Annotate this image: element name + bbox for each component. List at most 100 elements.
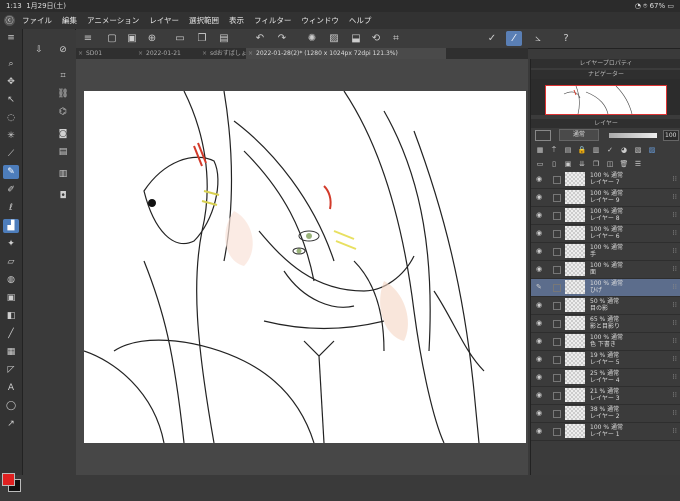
layer-row[interactable]: ◉ 100 % 通常面 ⁞⁞ [531,261,680,279]
balloon-icon[interactable]: ◯ [3,399,19,413]
layer-checkbox[interactable] [553,374,561,382]
layer-checkbox[interactable] [553,248,561,256]
layer-checkbox[interactable] [553,338,561,346]
new-raster-layer-icon[interactable]: ▭ [533,158,547,170]
layer-row[interactable]: ◉ 38 % 通常 レイヤー 2 ⁞⁞ [531,405,680,423]
layer-color-icon[interactable] [535,129,551,141]
camera-icon[interactable]: ◘ [55,189,71,203]
layer-checkbox[interactable] [553,428,561,436]
menu-item[interactable]: ウィンドウ [301,16,339,25]
new-folder-icon[interactable]: ▣ [561,158,575,170]
close-icon[interactable]: × [138,48,143,59]
drag-handle-icon[interactable]: ⁞⁞ [673,265,677,273]
undo-icon[interactable]: ↶ [252,31,268,46]
layer-checkbox[interactable] [553,230,561,238]
loading-icon[interactable]: ✺ [304,31,320,46]
crop-icon[interactable]: ⌗ [388,31,404,46]
fill-selection-icon[interactable]: ⬓ [348,31,364,46]
menu-item[interactable]: フィルター [254,16,291,25]
app-logo-icon[interactable]: ⓒ [4,15,15,26]
eye-icon[interactable]: ◉ [536,229,544,237]
layer-row[interactable]: ◉ 19 % 通常 レイヤー 5 ⁞⁞ [531,351,680,369]
layer-row[interactable]: ◉ 100 % 通常手 ⁞⁞ [531,243,680,261]
lasso-icon[interactable]: ◌ [3,111,19,125]
ruler-layer-icon[interactable]: ▧ [631,144,645,156]
layer-row[interactable]: ◉ 100 % 通常色 下書き ⁞⁞ [531,333,680,351]
sound-icon[interactable]: ◙ [55,127,71,141]
menu-item[interactable]: 編集 [62,16,77,25]
drag-handle-icon[interactable]: ⁞⁞ [673,355,677,363]
layer-checkbox[interactable] [553,266,561,274]
save-icon[interactable]: ▭ [172,31,188,46]
merge-down-icon[interactable]: ⇊ [575,158,589,170]
layer-row[interactable]: ◉ 100 % 通常 レイヤー 9 ⁞⁞ [531,189,680,207]
hamburger-menu-icon[interactable]: ≡ [80,31,96,46]
drag-handle-icon[interactable]: ⁞⁞ [673,337,677,345]
layer-checkbox[interactable] [553,212,561,220]
drag-handle-icon[interactable]: ⁞⁞ [673,373,677,381]
layer-checkbox[interactable] [553,392,561,400]
layer-checkbox[interactable] [553,284,561,292]
stabilizer-icon[interactable]: ✓ [484,31,500,46]
open-icon[interactable]: ▣ [124,31,140,46]
eye-icon[interactable]: ◉ [536,211,544,219]
tab-document[interactable]: × SD01 [76,48,144,59]
text-icon[interactable]: A [3,381,19,395]
lock-transparent-icon[interactable]: ▥ [589,144,603,156]
gradient-icon[interactable]: ◧ [3,309,19,323]
pencil-icon[interactable]: ✐ [3,183,19,197]
link-icon[interactable]: ⛓ [55,87,71,101]
drag-handle-icon[interactable]: ⁞⁞ [673,409,677,417]
help-icon[interactable]: ? [558,31,574,46]
eye-icon[interactable]: ◉ [536,409,544,417]
ruler-icon[interactable]: ◸ [3,363,19,377]
eye-icon[interactable]: ◉ [536,265,544,273]
move-icon[interactable]: ✥ [3,75,19,89]
reference-icon[interactable]: ⍑ [547,144,561,156]
eye-icon[interactable]: ◉ [536,301,544,309]
navigator-thumbnail[interactable] [545,85,667,115]
drag-handle-icon[interactable]: ⁞⁞ [673,427,677,435]
document-icon[interactable]: ▥ [55,167,71,181]
tab-document[interactable]: × 2022-01-28(2)* (1280 x 1024px 72dpi 121… [246,48,446,59]
layer-checkbox[interactable] [553,302,561,310]
layer-checkbox[interactable] [553,320,561,328]
eye-icon[interactable]: ◉ [536,247,544,255]
layer-checkbox[interactable] [553,356,561,364]
zoom-icon[interactable]: ⌕ [3,57,19,71]
blend-icon[interactable]: ◍ [3,273,19,287]
layer-row[interactable]: ◉ 25 % 通常 レイヤー 4 ⁞⁞ [531,369,680,387]
layer-mask-icon[interactable]: ✓ [603,144,617,156]
eye-icon[interactable]: ◉ [536,427,544,435]
palette-icon[interactable]: ◕ [617,144,631,156]
tab-document[interactable]: × 2022-01-21 [136,48,208,59]
eye-icon[interactable]: ◉ [536,319,544,327]
fill-icon[interactable]: ▣ [3,291,19,305]
close-icon[interactable]: × [78,48,83,59]
export-icon[interactable]: ⇩ [31,43,47,57]
eraser-icon[interactable]: ▱ [3,255,19,269]
clip-studio-icon[interactable]: ⊕ [144,31,160,46]
figure-icon[interactable]: ╱ [3,327,19,341]
drag-handle-icon[interactable]: ⁞⁞ [673,175,677,183]
eye-icon[interactable]: ◉ [536,337,544,345]
artwork-canvas[interactable] [84,91,526,443]
drag-handle-icon[interactable]: ⁞⁞ [673,229,677,237]
layer-row[interactable]: ◉ 21 % 通常 レイヤー 3 ⁞⁞ [531,387,680,405]
clip-icon[interactable]: ▦ [533,144,547,156]
eye-icon[interactable]: ◉ [536,193,544,201]
opacity-value[interactable]: 100 [662,129,679,141]
duplicate-icon[interactable]: ❐ [589,158,603,170]
flip-icon[interactable]: ⟲ [368,31,384,46]
layer-row[interactable]: ◉ 100 % 通常 レイヤー 7 ⁞⁞ [531,171,680,189]
new-file-icon[interactable]: ▢ [104,31,120,46]
copy-icon[interactable]: ❐ [194,31,210,46]
opacity-slider[interactable] [608,132,657,138]
layer-row[interactable]: ◉ 65 % 通常 影と目影り ⁞⁞ [531,315,680,333]
mask-icon[interactable]: ◫ [603,158,617,170]
color-swap-icon[interactable]: ▨ [645,144,659,156]
draft-icon[interactable]: ▤ [561,144,575,156]
color-indicator[interactable] [2,469,21,501]
paste-icon[interactable]: ▤ [216,31,232,46]
clear-icon[interactable]: ▨ [326,31,342,46]
